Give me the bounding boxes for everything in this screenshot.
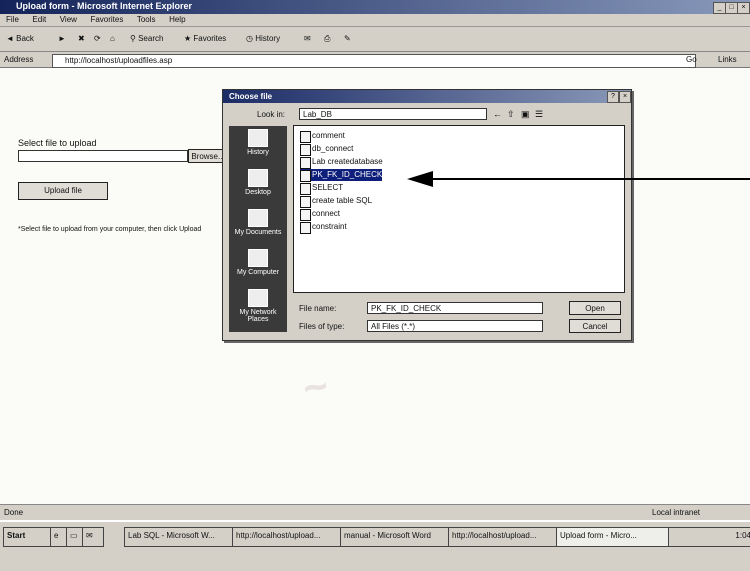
filetype-select[interactable]: All Files (*.*) <box>367 320 543 332</box>
refresh-icon[interactable]: ⟳ <box>92 32 103 46</box>
file-item[interactable]: comment <box>300 130 345 143</box>
quicklaunch-outlook-icon[interactable]: ✉ <box>82 527 104 547</box>
history-icon <box>248 129 268 147</box>
task-item[interactable]: Lab SQL - Microsoft W... <box>124 527 238 547</box>
file-item[interactable]: create table SQL <box>300 195 372 208</box>
browser-toolbar: ◄ Back ► ✖ ⟳ ⌂ ⚲ Search ★ Favorites ◷ Hi… <box>0 27 750 52</box>
home-icon[interactable]: ⌂ <box>108 32 117 46</box>
menu-help[interactable]: Help <box>169 15 185 24</box>
place-computer-label: My Computer <box>236 269 279 276</box>
filename-input[interactable]: PK_FK_ID_CHECK <box>367 302 543 314</box>
file-item[interactable]: connect <box>300 208 340 221</box>
help-icon[interactable]: ? <box>607 91 619 103</box>
menu-bar: File Edit View Favorites Tools Help <box>0 14 750 27</box>
address-label: Address <box>4 55 34 64</box>
lookin-value: Lab_DB <box>303 110 332 119</box>
dialog-title: Choose file <box>223 90 631 103</box>
file-item[interactable]: Lab createdatabase <box>300 156 383 169</box>
file-list: comment db_connect Lab createdatabase PK… <box>293 125 625 293</box>
place-network[interactable]: My Network Places <box>229 286 287 324</box>
menu-favorites[interactable]: Favorites <box>90 15 123 24</box>
clock: 1:04 <box>735 531 750 540</box>
go-button[interactable]: Go <box>686 55 697 64</box>
place-history[interactable]: History <box>229 126 287 164</box>
place-network-label: My Network Places <box>239 309 277 323</box>
desktop-icon <box>248 169 268 187</box>
close-icon[interactable]: × <box>737 2 750 14</box>
lookin-label: Look in: <box>257 110 286 119</box>
new-folder-icon[interactable]: ▣ <box>521 109 530 120</box>
place-documents-label: My Documents <box>234 229 282 236</box>
stop-icon[interactable]: ✖ <box>76 32 87 46</box>
place-desktop[interactable]: Desktop <box>229 166 287 204</box>
menu-view[interactable]: View <box>60 15 77 24</box>
system-tray: 1:04 <box>668 527 750 547</box>
status-text: Done <box>4 508 24 517</box>
choose-file-dialog: Choose file ? × Look in: Lab_DB ← ⇧ ▣ ☰ … <box>222 89 632 341</box>
view-menu-icon[interactable]: ☰ <box>535 109 543 120</box>
filename-label: File name: <box>299 304 337 313</box>
mail-icon[interactable]: ✉ <box>302 32 313 46</box>
file-item[interactable]: constraint <box>300 221 347 234</box>
search-label: Search <box>138 34 164 43</box>
back-folder-icon[interactable]: ← <box>493 109 502 119</box>
favorites-button[interactable]: ★ Favorites <box>182 32 228 46</box>
upload-note: *Select file to upload from your compute… <box>18 226 202 233</box>
taskbar: Start e ▭ ✉ Lab SQL - Microsoft W... htt… <box>0 520 750 571</box>
zone-text: Local intranet <box>652 508 701 517</box>
history-label: History <box>255 34 281 43</box>
file-item[interactable]: db_connect <box>300 143 353 156</box>
history-button[interactable]: ◷ History <box>244 32 282 46</box>
print-icon[interactable]: ⎙ <box>322 32 332 46</box>
upload-button[interactable]: Upload file <box>18 182 108 200</box>
cancel-button[interactable]: Cancel <box>569 319 621 333</box>
task-item-active[interactable]: Upload form - Micro... <box>556 527 670 547</box>
file-item[interactable]: SELECT <box>300 182 343 195</box>
dialog-close-icon[interactable]: × <box>619 91 631 103</box>
task-item[interactable]: http://localhost/upload... <box>448 527 562 547</box>
menu-file[interactable]: File <box>6 15 19 24</box>
place-history-label: History <box>247 149 269 156</box>
select-file-label: Select file to upload <box>18 138 97 148</box>
task-item[interactable]: manual - Microsoft Word <box>340 527 454 547</box>
place-desktop-label: Desktop <box>245 189 271 196</box>
annotation-arrow-icon <box>407 171 433 187</box>
forward-button[interactable]: ► <box>56 32 68 46</box>
folder-icon <box>248 209 268 227</box>
back-button[interactable]: ◄ Back <box>4 32 36 46</box>
links-button[interactable]: Links <box>718 55 737 64</box>
edit-icon[interactable]: ✎ <box>342 32 353 46</box>
place-my-documents[interactable]: My Documents <box>229 206 287 244</box>
lookin-select[interactable]: Lab_DB <box>299 108 487 120</box>
favorites-label: Favorites <box>193 34 227 43</box>
filetype-label: Files of type: <box>299 322 345 331</box>
start-button[interactable]: Start <box>3 527 51 547</box>
back-label: Back <box>16 34 34 43</box>
address-input[interactable]: http://localhost/uploadfiles.asp <box>52 54 696 68</box>
status-bar: Done Local intranet <box>0 504 750 520</box>
open-button[interactable]: Open <box>569 301 621 315</box>
network-icon <box>248 289 268 307</box>
address-bar: Address http://localhost/uploadfiles.asp… <box>0 52 750 68</box>
menu-edit[interactable]: Edit <box>32 15 46 24</box>
annotation-arrow-line <box>432 178 750 180</box>
place-my-computer[interactable]: My Computer <box>229 246 287 284</box>
up-folder-icon[interactable]: ⇧ <box>507 109 515 120</box>
task-item[interactable]: http://localhost/upload... <box>232 527 346 547</box>
computer-icon <box>248 249 268 267</box>
browser-title-bar: Upload form - Microsoft Internet Explore… <box>0 0 750 14</box>
file-item-selected[interactable]: PK_FK_ID_CHECK <box>300 169 382 182</box>
places-bar: History Desktop My Documents My Computer… <box>229 126 287 332</box>
menu-tools[interactable]: Tools <box>137 15 156 24</box>
file-path-input[interactable] <box>18 150 188 162</box>
window-title: Upload form - Microsoft Internet Explore… <box>16 1 193 11</box>
search-button[interactable]: ⚲ Search <box>128 32 165 46</box>
